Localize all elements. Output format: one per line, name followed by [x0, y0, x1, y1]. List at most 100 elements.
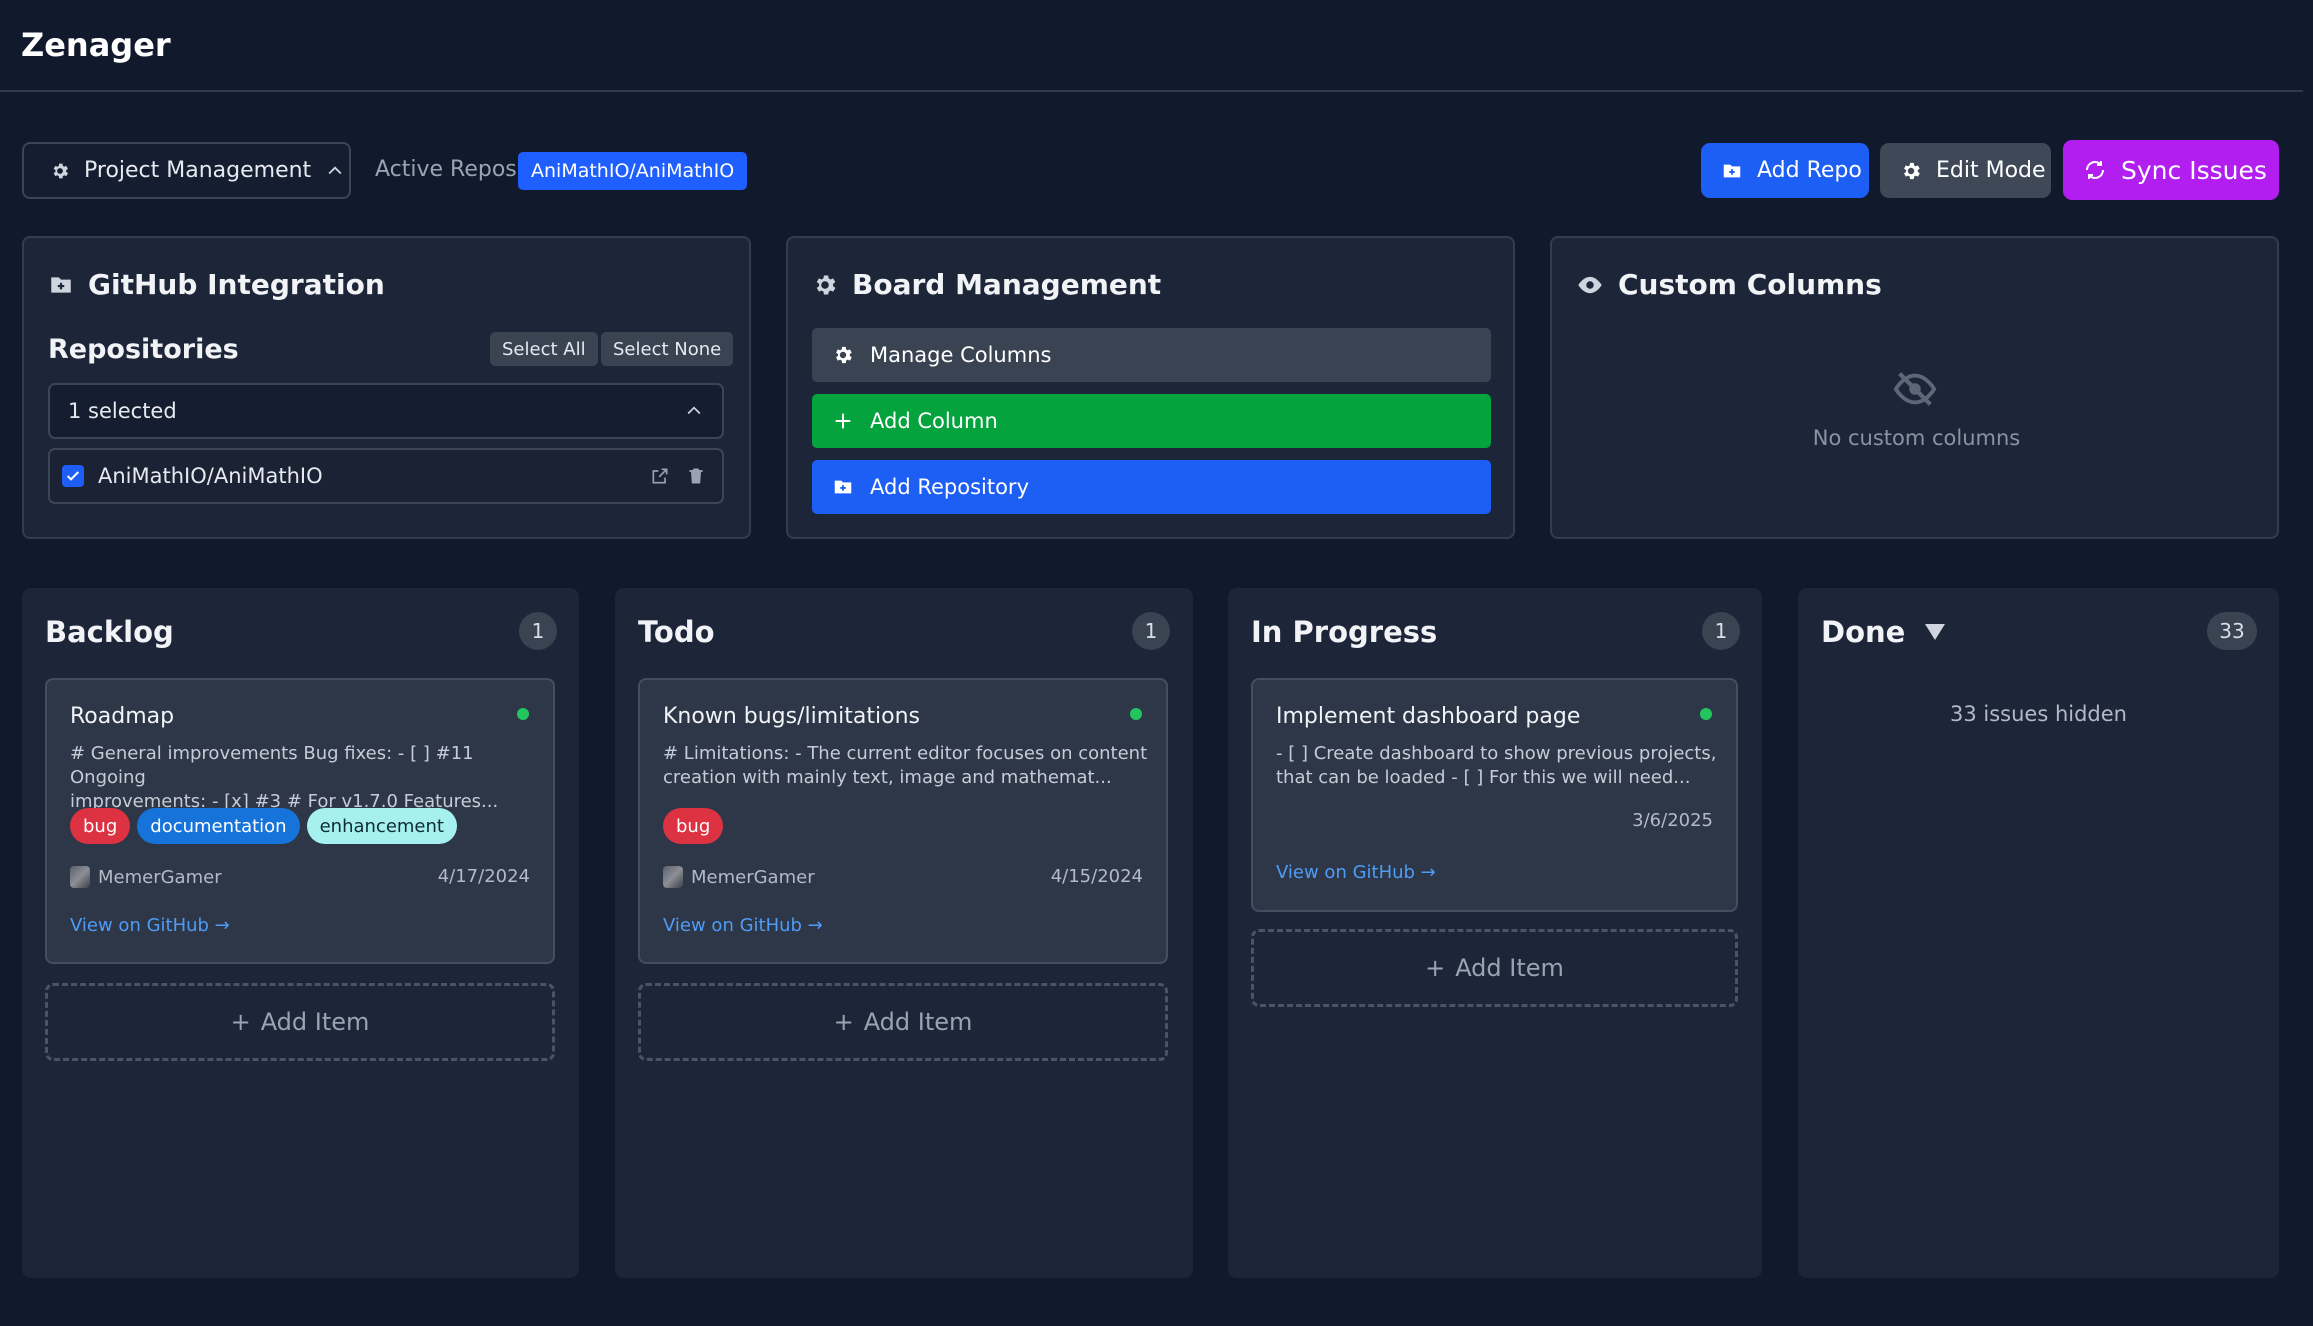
- add-item-button[interactable]: + Add Item: [1251, 929, 1738, 1007]
- card-date: 3/6/2025: [1632, 810, 1713, 831]
- column-count-badge: 1: [1132, 612, 1170, 650]
- card-description: - [ ] Create dashboard to show previous …: [1276, 742, 1716, 790]
- card-description-line: - [ ] Create dashboard to show previous …: [1276, 743, 1717, 764]
- card-description-line: that can be loaded - [ ] For this we wil…: [1276, 767, 1691, 788]
- column-title: Backlog: [45, 615, 174, 649]
- add-item-label: Add Item: [260, 1008, 370, 1036]
- github-integration-title-text: GitHub Integration: [88, 268, 385, 301]
- status-dot: [1130, 708, 1142, 720]
- external-link-icon[interactable]: [650, 466, 670, 486]
- refresh-icon: [2083, 158, 2107, 182]
- avatar: [70, 866, 90, 888]
- author-name: MemerGamer: [691, 866, 815, 888]
- card-title: Roadmap: [70, 704, 175, 729]
- card-author: MemerGamer: [663, 866, 815, 888]
- view-on-github-link[interactable]: View on GitHub →: [1276, 862, 1436, 883]
- repo-multiselect[interactable]: 1 selected: [48, 383, 724, 439]
- avatar: [663, 866, 683, 888]
- add-item-button[interactable]: + Add Item: [638, 983, 1168, 1061]
- folder-plus-icon: [1721, 160, 1743, 182]
- label-enhancement: enhancement: [306, 808, 457, 844]
- status-dot: [1700, 708, 1712, 720]
- active-repos-label: Active Repos:: [375, 157, 525, 182]
- card-description-line: # General improvements Bug fixes: - [ ] …: [70, 743, 474, 788]
- column-done: Done 33 33 issues hidden: [1798, 588, 2279, 1278]
- plus-icon: +: [230, 1008, 251, 1036]
- gear-icon: [50, 161, 70, 181]
- author-name: MemerGamer: [98, 866, 222, 888]
- repo-checkbox[interactable]: [62, 465, 84, 487]
- add-repository-button[interactable]: Add Repository: [812, 460, 1491, 514]
- column-in-progress: In Progress 1 Implement dashboard page -…: [1228, 588, 1762, 1278]
- plus-icon: [832, 410, 854, 432]
- github-integration-panel: GitHub Integration Repositories Select A…: [22, 236, 751, 539]
- sync-issues-label: Sync Issues: [2121, 155, 2267, 185]
- edit-mode-button[interactable]: Edit Mode: [1880, 143, 2051, 198]
- manage-columns-label: Manage Columns: [870, 343, 1052, 367]
- card-title: Known bugs/limitations: [663, 704, 920, 729]
- column-count-badge: 1: [1702, 612, 1740, 650]
- add-column-label: Add Column: [870, 409, 998, 433]
- custom-columns-panel: Custom Columns No custom columns: [1550, 236, 2279, 539]
- card-author: MemerGamer: [70, 866, 222, 888]
- add-repo-button[interactable]: Add Repo: [1701, 143, 1869, 198]
- label-bug: bug: [70, 808, 131, 844]
- column-title-text: Done: [1821, 615, 1906, 649]
- column-backlog: Backlog 1 Roadmap # General improvements…: [22, 588, 579, 1278]
- trash-icon[interactable]: [686, 466, 706, 486]
- eye-icon: [1576, 271, 1604, 299]
- view-on-github-link[interactable]: View on GitHub →: [70, 915, 230, 936]
- add-item-button[interactable]: + Add Item: [45, 983, 555, 1061]
- gear-icon: [812, 272, 838, 298]
- add-item-label: Add Item: [863, 1008, 973, 1036]
- card-description-line: creation with mainly text, image and mat…: [663, 767, 1112, 788]
- column-title: Done: [1821, 615, 1947, 649]
- card-description: # Limitations: - The current editor focu…: [663, 742, 1147, 790]
- add-column-button[interactable]: Add Column: [812, 394, 1491, 448]
- column-title: Todo: [638, 615, 715, 649]
- select-all-button[interactable]: Select All: [490, 332, 598, 366]
- plus-icon: +: [833, 1008, 854, 1036]
- card-date: 4/15/2024: [1050, 866, 1143, 887]
- status-dot: [517, 708, 529, 720]
- add-item-label: Add Item: [1455, 954, 1564, 982]
- issue-card[interactable]: Known bugs/limitations # Limitations: - …: [638, 678, 1168, 964]
- label-bug: bug: [663, 808, 724, 844]
- folder-plus-icon: [48, 272, 74, 298]
- active-repo-badge: AniMathIO/AniMathIO: [518, 152, 748, 190]
- edit-mode-label: Edit Mode: [1936, 158, 2046, 183]
- gear-icon: [1900, 160, 1922, 182]
- custom-columns-title-text: Custom Columns: [1618, 268, 1882, 301]
- issue-card[interactable]: Implement dashboard page - [ ] Create da…: [1251, 678, 1738, 912]
- card-description-line: # Limitations: - The current editor focu…: [663, 743, 1148, 764]
- no-custom-columns-text: No custom columns: [1812, 426, 2021, 450]
- column-todo: Todo 1 Known bugs/limitations # Limitati…: [615, 588, 1193, 1278]
- project-selector[interactable]: Project Management: [22, 142, 351, 199]
- manage-columns-button[interactable]: Manage Columns: [812, 328, 1491, 382]
- board-management-title: Board Management: [812, 268, 1161, 301]
- card-description: # General improvements Bug fixes: - [ ] …: [70, 742, 553, 814]
- multiselect-value: 1 selected: [68, 399, 177, 423]
- column-count-badge: 1: [519, 612, 557, 650]
- chevron-up-icon: [325, 161, 345, 181]
- column-title: In Progress: [1251, 615, 1438, 649]
- add-repository-label: Add Repository: [870, 475, 1029, 499]
- repo-name: AniMathIO/AniMathIO: [98, 464, 323, 488]
- custom-columns-title: Custom Columns: [1576, 268, 1882, 301]
- card-labels: bug: [663, 808, 724, 844]
- card-labels: bug documentation enhancement: [70, 808, 457, 844]
- project-selector-label: Project Management: [84, 158, 312, 183]
- app-header: [0, 0, 2303, 92]
- card-title: Implement dashboard page: [1276, 704, 1581, 729]
- repositories-heading: Repositories: [48, 334, 239, 365]
- triangle-down-icon[interactable]: [1923, 622, 1947, 642]
- eye-off-icon: [1892, 366, 1938, 412]
- add-repo-label: Add Repo: [1757, 158, 1862, 183]
- board-management-title-text: Board Management: [852, 268, 1162, 301]
- select-none-button[interactable]: Select None: [601, 332, 734, 366]
- sync-issues-button[interactable]: Sync Issues: [2063, 140, 2279, 200]
- plus-icon: +: [1425, 954, 1446, 982]
- issue-card[interactable]: Roadmap # General improvements Bug fixes…: [45, 678, 555, 964]
- gear-icon: [832, 344, 854, 366]
- view-on-github-link[interactable]: View on GitHub →: [663, 915, 823, 936]
